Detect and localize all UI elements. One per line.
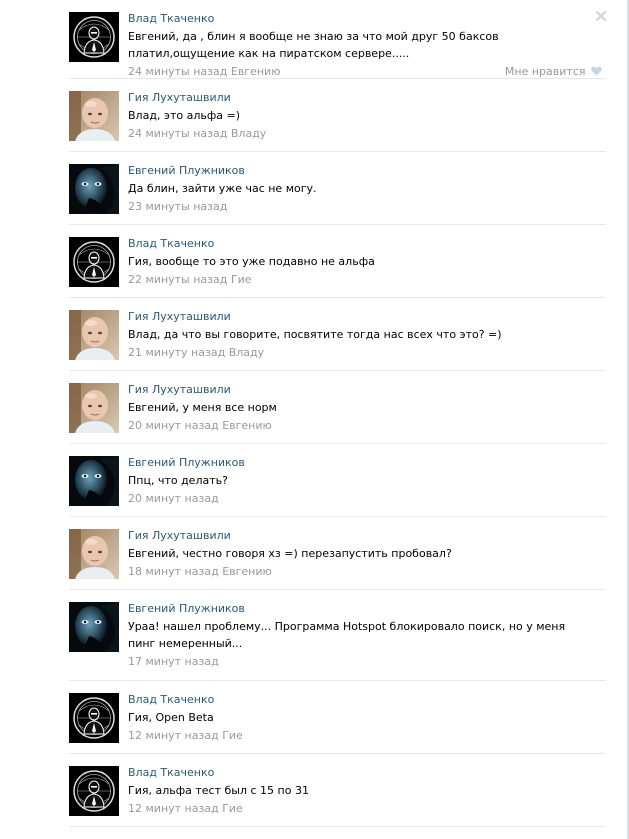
comment-text: Ураа! нашел проблему... Программа Hotspo… <box>128 620 566 650</box>
comment-item: Гия Лухуташвили Влад, это альфа =) 24 мину… <box>69 79 606 152</box>
comment-reply-to[interactable]: Евгению <box>222 419 272 432</box>
comment-item: Гия Лухуташвили Евгений, у меня все норм 2… <box>69 371 606 444</box>
comment-meta: 24 минуты назад Владу <box>128 126 588 142</box>
comment-item: Влад Ткаченко Гия, Open Beta 12 минут наза… <box>69 681 606 754</box>
comment-text: Влад, это альфа =) <box>128 109 240 122</box>
comment-text: Гия, Open Beta <box>128 711 214 724</box>
comment-reply-to[interactable]: Гие <box>222 802 243 815</box>
comment-item: Влад Ткаченко Гия, альфа тест был с 15 по… <box>69 754 606 827</box>
avatar[interactable] <box>69 310 119 360</box>
comment-reply-to[interactable]: Евгению <box>231 65 281 78</box>
avatar[interactable] <box>69 529 119 579</box>
comment-item: Гия Лухуташвили Влад, да что вы говорите,… <box>69 298 606 371</box>
comment-meta: 24 минуты назад Евгению Мне нравится <box>128 64 602 80</box>
heart-icon[interactable] <box>591 66 602 76</box>
comment-text: Ппц, что делать? <box>128 474 228 487</box>
comment-author-link[interactable]: Гия Лухуташвили <box>128 383 231 396</box>
avatar[interactable] <box>69 12 119 62</box>
comment-meta: 23 минуты назад <box>128 199 588 215</box>
comment-author-link[interactable]: Евгений Плужников <box>128 164 245 177</box>
comment-text: Да блин, зайти уже час не могу. <box>128 182 317 195</box>
comment-item: Евгений Плужников Ппц, что делать? 20 мину… <box>69 444 606 517</box>
comment-timestamp[interactable]: 12 минут назад <box>128 802 219 815</box>
comment-reply-to[interactable]: Гие <box>231 273 252 286</box>
comment-timestamp[interactable]: 20 минут назад <box>128 492 219 505</box>
comment-item: Евгений Плужников Ураа! нашел проблему...… <box>69 590 606 681</box>
comment-timestamp[interactable]: 17 минут назад <box>128 655 219 668</box>
comment-meta: 21 минуту назад Владу <box>128 345 588 361</box>
comment-timestamp[interactable]: 12 минут назад <box>128 729 219 742</box>
comments-list: Влад Ткаченко Евгений, да , блин я вообще… <box>69 0 606 827</box>
comment-author-link[interactable]: Гия Лухуташвили <box>128 529 231 542</box>
comment-timestamp[interactable]: 24 минуты назад <box>128 127 227 140</box>
like-button[interactable]: Мне нравится <box>505 64 602 80</box>
avatar[interactable] <box>69 456 119 506</box>
avatar[interactable] <box>69 91 119 141</box>
comment-item: Влад Ткаченко Евгений, да , блин я вообще… <box>69 0 606 79</box>
comment-text: Влад, да что вы говорите, посвятите тогд… <box>128 328 502 341</box>
comment-meta: 22 минуты назад Гие <box>128 272 588 288</box>
comment-author-link[interactable]: Влад Ткаченко <box>128 12 214 25</box>
comment-reply-to[interactable]: Гие <box>222 729 243 742</box>
comment-text: Гия, альфа тест был с 15 по 31 <box>128 784 309 797</box>
avatar[interactable] <box>69 237 119 287</box>
comment-reply-to[interactable]: Владу <box>231 127 266 140</box>
avatar[interactable] <box>69 766 119 816</box>
comment-author-link[interactable]: Влад Ткаченко <box>128 693 214 706</box>
comment-meta: 20 минут назад Евгению <box>128 418 588 434</box>
comment-item: Гия Лухуташвили Евгений, честно говоря хз… <box>69 517 606 590</box>
comment-timestamp[interactable]: 18 минут назад <box>128 565 219 578</box>
comment-author-link[interactable]: Влад Ткаченко <box>128 766 214 779</box>
comment-timestamp[interactable]: 24 минуты назад <box>128 65 227 78</box>
comment-reply-to[interactable]: Евгению <box>222 565 272 578</box>
comment-meta: 18 минут назад Евгению <box>128 564 588 580</box>
comment-author-link[interactable]: Гия Лухуташвили <box>128 91 231 104</box>
avatar[interactable] <box>69 693 119 743</box>
avatar[interactable] <box>69 602 119 652</box>
comment-author-link[interactable]: Евгений Плужников <box>128 456 245 469</box>
comment-timestamp[interactable]: 22 минуты назад <box>128 273 227 286</box>
comment-reply-to[interactable]: Владу <box>229 346 264 359</box>
comment-timestamp[interactable]: 21 минуту назад <box>128 346 225 359</box>
comment-item: Влад Ткаченко Гия, вообще то это уже пода… <box>69 225 606 298</box>
comment-author-link[interactable]: Гия Лухуташвили <box>128 310 231 323</box>
comment-meta: 20 минут назад <box>128 491 588 507</box>
comment-meta: 12 минут назад Гие <box>128 801 588 817</box>
comment-text: Евгений, у меня все норм <box>128 401 277 414</box>
avatar[interactable] <box>69 383 119 433</box>
comment-author-link[interactable]: Влад Ткаченко <box>128 237 214 250</box>
close-icon[interactable] <box>596 11 606 21</box>
comment-timestamp[interactable]: 20 минут назад <box>128 419 219 432</box>
comment-item: Евгений Плужников Да блин, зайти уже час … <box>69 152 606 225</box>
comment-text: Евгений, да , блин я вообще не знаю за ч… <box>128 30 499 60</box>
comment-meta: 12 минут назад Гие <box>128 728 588 744</box>
comment-text: Евгений, честно говоря хз =) перезапусти… <box>128 547 452 560</box>
comment-timestamp[interactable]: 23 минуты назад <box>128 200 227 213</box>
avatar[interactable] <box>69 164 119 214</box>
comment-author-link[interactable]: Евгений Плужников <box>128 602 245 615</box>
comment-meta: 17 минут назад <box>128 654 588 670</box>
like-label: Мне нравится <box>504 65 586 78</box>
comment-text: Гия, вообще то это уже подавно не альфа <box>128 255 375 268</box>
